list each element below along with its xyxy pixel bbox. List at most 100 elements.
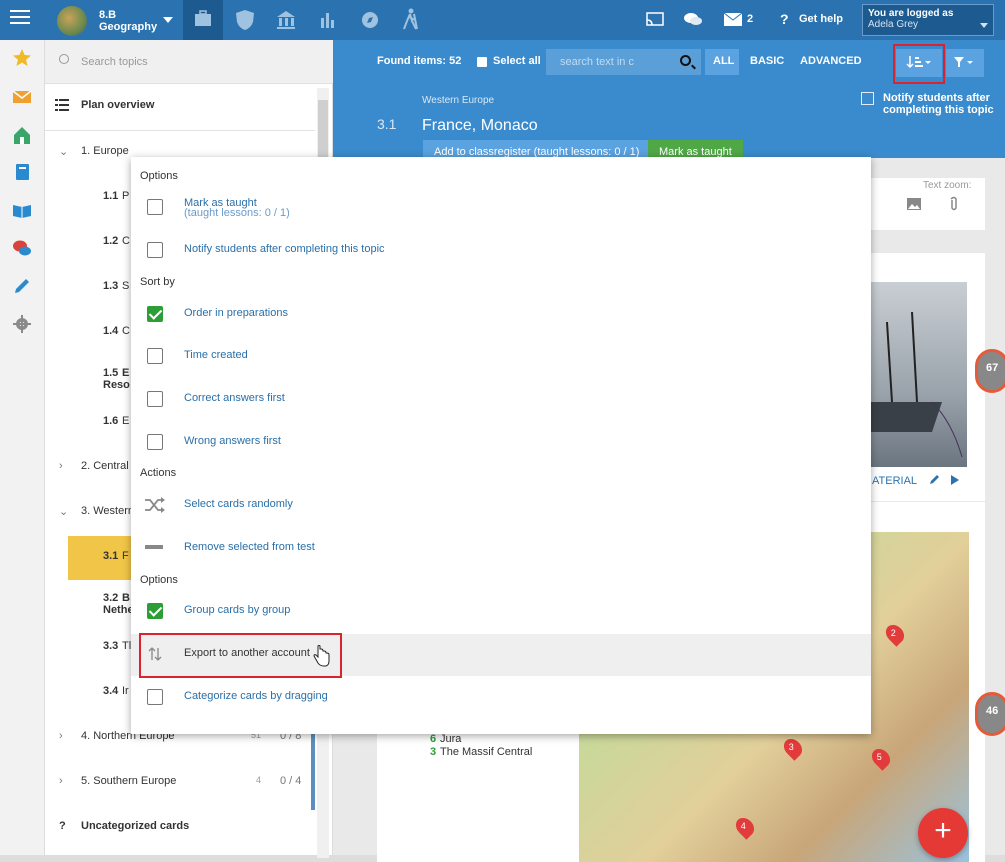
mark-taught-checkbox[interactable] [147, 199, 163, 215]
mail-icon[interactable] [12, 87, 32, 107]
cast-icon[interactable] [645, 11, 665, 29]
section-sort-by: Sort by [140, 276, 175, 288]
wrong-first-checkbox[interactable] [147, 434, 163, 450]
subtopic-label: B [122, 592, 130, 604]
filter-button[interactable] [946, 49, 984, 77]
notebook-icon[interactable] [12, 162, 32, 182]
chevron-right-icon: › [59, 730, 63, 742]
plan-overview-label: Plan overview [81, 99, 155, 111]
plan-overview[interactable]: Plan overview [45, 98, 315, 118]
hiking-icon [403, 8, 418, 30]
book-open-icon[interactable] [12, 200, 32, 220]
notify-label[interactable]: Notify students after completing this top… [883, 92, 994, 116]
briefcase-icon [195, 10, 211, 26]
notify-checkbox[interactable] [147, 242, 163, 258]
time-created-checkbox[interactable] [147, 348, 163, 364]
compass-icon [362, 12, 378, 28]
order-prep-checkbox[interactable] [147, 306, 163, 322]
discussion-icon[interactable] [12, 238, 32, 258]
select-all-checkbox[interactable] [477, 57, 487, 67]
map-list-num: 6 [430, 733, 437, 745]
subtopic-label: C [122, 235, 130, 247]
menu-icon[interactable] [10, 10, 30, 26]
hiking-tab[interactable] [390, 0, 430, 40]
select-random-option[interactable]: Select cards randomly [131, 485, 871, 525]
chevron-down-icon[interactable] [163, 17, 173, 23]
group-cards-checkbox[interactable] [147, 603, 163, 619]
option-label: Notify students after completing this to… [184, 243, 385, 255]
chevron-down-icon [980, 23, 988, 28]
star-icon[interactable] [12, 48, 32, 68]
institution-tab[interactable] [266, 0, 306, 40]
topic-label: 1. Europe [81, 145, 129, 157]
attachment-icon[interactable] [949, 196, 959, 212]
search-topics-input[interactable]: Search topics [45, 40, 333, 84]
subtopic-label: E [122, 415, 130, 427]
mark-taught-option[interactable]: Mark as taught (taught lessons: 0 / 1) [131, 187, 871, 227]
sort-button-highlight [893, 44, 945, 84]
subtopic-label: S [122, 280, 130, 292]
notify-checkbox[interactable] [861, 92, 874, 105]
remove-selected-option[interactable]: Remove selected from test [131, 528, 871, 568]
progress-badge: 46 [975, 692, 1005, 736]
pin-label: 5 [877, 751, 883, 762]
mail-icon[interactable] [724, 13, 742, 26]
group-cards-option[interactable]: Group cards by group [131, 591, 871, 631]
filter-basic-tab[interactable]: BASIC [750, 55, 784, 67]
pin-label: 2 [891, 627, 897, 638]
topic-label: Uncategorized cards [81, 820, 190, 832]
topic-region: Western Europe [422, 95, 495, 106]
add-fab-button[interactable]: + [918, 808, 968, 858]
correct-first-checkbox[interactable] [147, 391, 163, 407]
pencil-icon[interactable] [928, 474, 940, 486]
get-help-link[interactable]: Get help [799, 13, 843, 25]
shuffle-icon [145, 497, 165, 513]
image-icon[interactable] [907, 198, 921, 210]
compass-tab[interactable] [350, 0, 390, 40]
material-link[interactable]: ATERIAL [872, 475, 917, 487]
funnel-icon [954, 57, 973, 67]
class-selector[interactable]: 8.B Geography [99, 9, 157, 33]
search-cards-input[interactable]: search text in c [546, 49, 701, 75]
play-icon[interactable] [950, 474, 960, 486]
subtopic-label: C [122, 325, 130, 337]
minus-icon [145, 545, 163, 549]
section-options-2: Options [140, 574, 178, 586]
categorize-checkbox[interactable] [147, 689, 163, 705]
categorize-option[interactable]: Categorize cards by dragging [131, 677, 871, 717]
sort-time-created-option[interactable]: Time created [131, 336, 871, 376]
chevron-right-icon: › [59, 460, 63, 472]
gear-icon[interactable] [12, 314, 32, 334]
briefcase-tab[interactable] [183, 0, 223, 40]
map-list-num: 3 [430, 746, 437, 758]
help-icon[interactable]: ? [780, 11, 789, 27]
messages-count: 2 [747, 13, 754, 25]
shield-tab[interactable] [225, 0, 265, 40]
sort-wrong-first-option[interactable]: Wrong answers first [131, 422, 871, 462]
sort-order-prep-option[interactable]: Order in preparations [131, 294, 871, 334]
top-bar: 8.B Geography 2 ? Get help You are logge… [0, 0, 1005, 40]
subtopic-num: 1.4 [103, 325, 119, 337]
filter-advanced-tab[interactable]: ADVANCED [800, 55, 862, 67]
option-label: Correct answers first [184, 392, 285, 404]
subtopic-num: 3.3 [103, 640, 119, 652]
select-all-label[interactable]: Select all [493, 55, 541, 67]
chat-icon[interactable] [683, 10, 703, 28]
subtopic-num: 1.2 [103, 235, 119, 247]
sort-correct-first-option[interactable]: Correct answers first [131, 379, 871, 419]
progress-value: 67 [986, 362, 999, 374]
option-label: Select cards randomly [184, 498, 293, 510]
class-avatar[interactable] [57, 6, 87, 36]
subtopic-num: 1.1 [103, 190, 119, 202]
notify-line2: completing this topic [883, 104, 994, 116]
option-label: Order in preparations [184, 307, 288, 319]
pencil-icon[interactable] [12, 276, 32, 296]
stats-tab[interactable] [308, 0, 348, 40]
search-icon[interactable] [680, 55, 691, 66]
found-items: Found items: 52 [377, 55, 462, 67]
home-icon[interactable] [12, 125, 32, 145]
user-menu[interactable]: You are logged as Adela Grey [862, 4, 994, 36]
notify-option[interactable]: Notify students after completing this to… [131, 230, 871, 270]
bar-chart-icon [321, 13, 334, 28]
option-label: Group cards by group [184, 604, 291, 616]
